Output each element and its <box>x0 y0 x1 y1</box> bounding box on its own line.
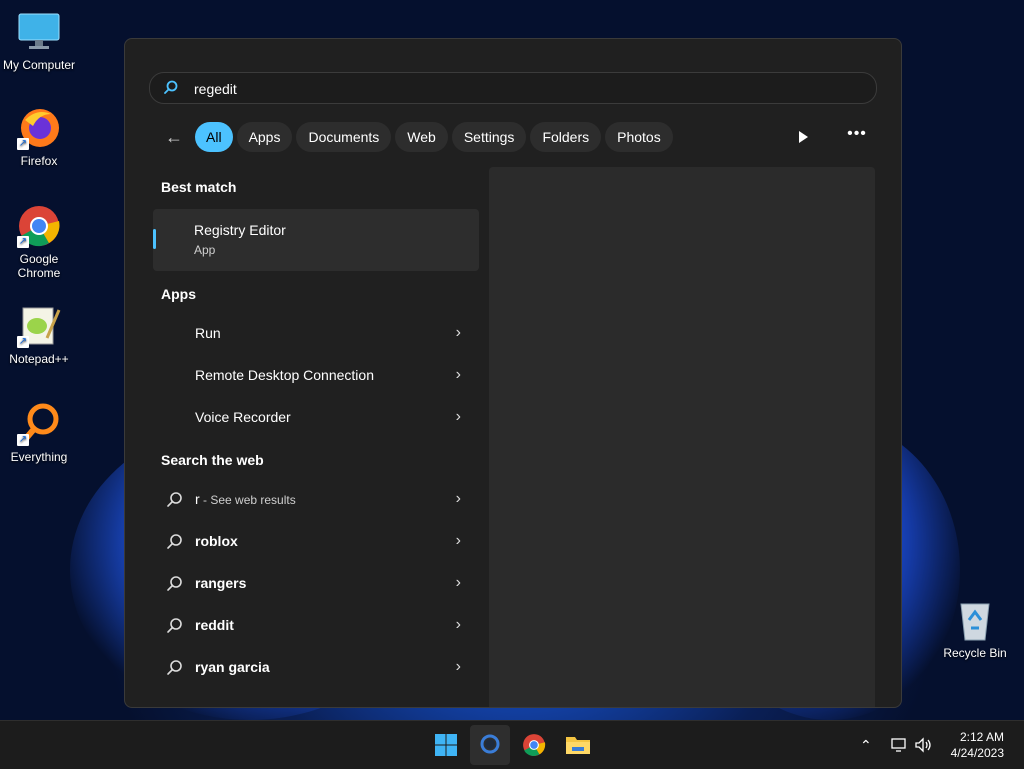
chevron-right-icon[interactable]: › <box>456 532 461 550</box>
web-result-see-web-results[interactable]: r - See web results › <box>153 480 479 520</box>
search-icon <box>480 734 500 754</box>
chrome-icon <box>523 734 546 756</box>
back-arrow-icon[interactable]: ← <box>161 122 187 152</box>
search-icon <box>167 534 182 549</box>
search-icon <box>167 576 182 591</box>
chevron-up-icon: ⌃ <box>860 736 872 753</box>
preview-pane <box>489 167 875 707</box>
desktop-icon-everything[interactable]: ↗ Everything <box>0 402 78 464</box>
monitor-icon <box>17 10 61 54</box>
desktop-icon-firefox[interactable]: ↗ Firefox <box>0 106 78 168</box>
chevron-right-icon[interactable]: › <box>456 490 461 508</box>
play-icon[interactable] <box>793 127 813 147</box>
chrome-icon: ↗ <box>17 204 61 248</box>
selection-indicator <box>153 229 156 249</box>
filter-chip-photos[interactable]: Photos <box>605 122 673 152</box>
desktop-icon-label: Recycle Bin <box>943 646 1007 660</box>
web-suggestion-label: reddit <box>195 617 234 633</box>
filter-chip-apps[interactable]: Apps <box>236 122 293 152</box>
best-match-subtitle: App <box>194 243 216 257</box>
desktop-icon-google-chrome[interactable]: ↗ Google Chrome <box>0 204 78 280</box>
search-icon <box>167 618 182 633</box>
desktop-icon-label: Firefox <box>20 154 58 168</box>
more-options-icon[interactable]: ••• <box>845 125 869 147</box>
app-result-label: Remote Desktop Connection <box>195 367 374 383</box>
notepad-plus-plus-icon: ↗ <box>17 304 61 348</box>
web-suggestion-label: roblox <box>195 533 238 549</box>
filter-chip-settings[interactable]: Settings <box>451 122 527 152</box>
search-icon <box>164 80 178 94</box>
filter-chip-folders[interactable]: Folders <box>530 122 602 152</box>
taskbar-chrome-button[interactable] <box>514 725 554 765</box>
app-result-label: Voice Recorder <box>195 409 291 425</box>
chevron-right-icon[interactable]: › <box>456 408 461 426</box>
desktop-icon-label: Notepad++ <box>9 352 69 366</box>
web-suggestion-roblox[interactable]: roblox › <box>153 522 479 562</box>
search-icon <box>167 492 182 507</box>
app-icon <box>165 324 185 344</box>
app-result-voice-recorder[interactable]: Voice Recorder › <box>153 398 479 438</box>
firefox-icon: ↗ <box>17 106 61 150</box>
folder-icon <box>566 737 590 754</box>
magnifier-icon: ↗ <box>17 402 61 446</box>
desktop-icon-label: Google Chrome <box>17 252 61 280</box>
filter-chip-all[interactable]: All <box>195 122 233 152</box>
filter-chip-documents[interactable]: Documents <box>296 122 392 152</box>
section-apps: Apps <box>161 286 196 302</box>
chevron-right-icon[interactable]: › <box>456 366 461 384</box>
shortcut-arrow-icon: ↗ <box>17 138 29 150</box>
best-match-title: Registry Editor <box>194 222 286 238</box>
web-result-label: r - See web results <box>195 491 296 507</box>
web-suggestion-rangers[interactable]: rangers › <box>153 564 479 604</box>
search-panel: ← All Apps Documents Web Settings Folder… <box>124 38 902 708</box>
start-button[interactable] <box>426 725 466 765</box>
app-icon <box>165 408 185 428</box>
section-search-the-web: Search the web <box>161 452 264 468</box>
app-result-label: Run <box>195 325 221 341</box>
app-icon <box>165 366 185 386</box>
windows-logo-icon <box>435 734 457 756</box>
clock-time: 2:12 AM <box>959 730 1004 744</box>
web-suggestion-label: ryan garcia <box>195 659 270 675</box>
search-icon <box>167 660 182 675</box>
web-suggestion-label: rangers <box>195 575 247 591</box>
show-hidden-icons-button[interactable]: ⌃ <box>860 721 872 769</box>
chevron-right-icon[interactable]: › <box>456 574 461 592</box>
filter-chip-web[interactable]: Web <box>395 122 448 152</box>
network-icon <box>891 738 906 752</box>
desktop-icon-my-computer[interactable]: My Computer <box>0 10 78 72</box>
chevron-right-icon[interactable]: › <box>456 616 461 634</box>
taskbar-file-explorer-button[interactable] <box>558 725 598 765</box>
desktop-icon-notepad-plus-plus[interactable]: ↗ Notepad++ <box>0 304 78 366</box>
shortcut-arrow-icon: ↗ <box>17 336 29 348</box>
web-suggestion-reddit[interactable]: reddit › <box>153 606 479 646</box>
shortcut-arrow-icon: ↗ <box>17 434 29 446</box>
chevron-right-icon[interactable]: › <box>456 324 461 342</box>
chevron-right-icon[interactable]: › <box>456 658 461 676</box>
taskbar-search-button[interactable] <box>470 725 510 765</box>
volume-icon[interactable] <box>914 721 934 769</box>
desktop-icon-label: Everything <box>10 450 68 464</box>
search-box[interactable] <box>149 72 877 104</box>
best-match-result[interactable]: Registry Editor App <box>153 209 479 271</box>
web-results-hint: - See web results <box>199 493 296 507</box>
recycle-bin-icon <box>953 598 997 642</box>
volume-icon <box>915 737 931 753</box>
shortcut-arrow-icon: ↗ <box>17 236 29 248</box>
app-result-run[interactable]: Run › <box>153 314 479 354</box>
desktop-icon-label: My Computer <box>2 58 76 72</box>
app-result-remote-desktop[interactable]: Remote Desktop Connection › <box>153 356 479 396</box>
desktop-icon-recycle-bin[interactable]: Recycle Bin <box>936 598 1014 660</box>
taskbar-clock[interactable]: 2:12 AM 4/24/2023 <box>951 729 1004 761</box>
filter-bar: ← All Apps Documents Web Settings Folder… <box>161 121 673 153</box>
section-best-match: Best match <box>161 179 237 195</box>
web-suggestion-ryan-garcia[interactable]: ryan garcia › <box>153 648 479 688</box>
taskbar: ⌃ 2:12 AM 4/24/2023 <box>0 720 1024 769</box>
search-input[interactable] <box>192 77 856 101</box>
network-icon[interactable] <box>890 721 908 769</box>
clock-date: 4/24/2023 <box>950 746 1004 760</box>
